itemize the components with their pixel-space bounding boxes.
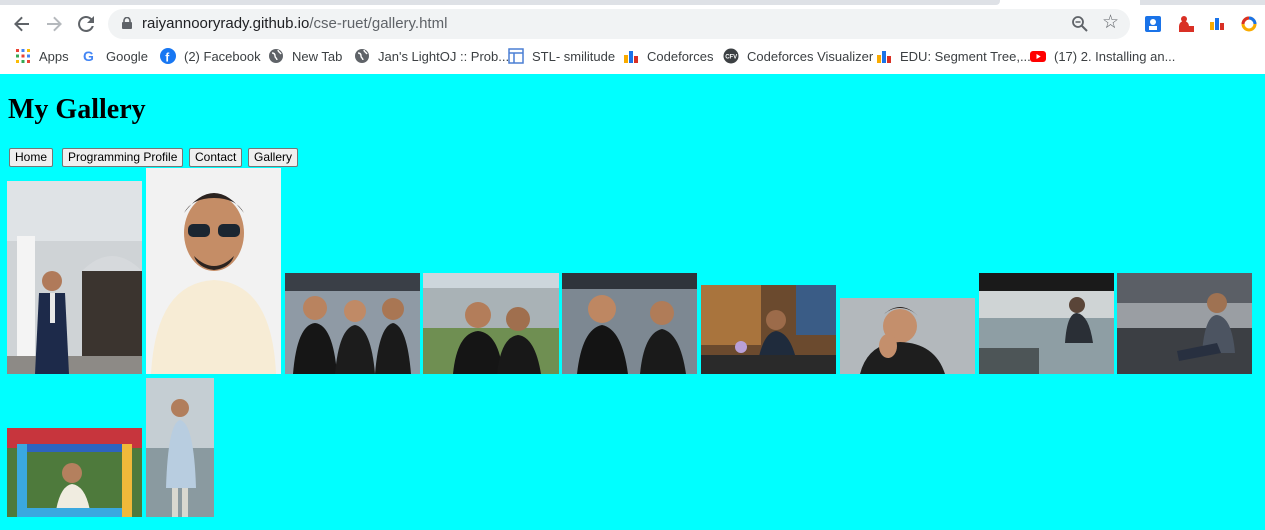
extension-ring-icon[interactable] (1239, 14, 1259, 34)
svg-text:CFV: CFV (725, 55, 737, 61)
gallery-photo-9[interactable] (1117, 273, 1252, 374)
bookmark-label: EDU: Segment Tree,... (900, 48, 1031, 64)
photo-colorful-frame (7, 428, 142, 517)
photo-chin-on-hand (840, 298, 975, 374)
cfv-icon: CFV (723, 48, 739, 64)
url-text[interactable]: raiyannooryrady.github.io/cse-ruet/galle… (142, 15, 447, 32)
reload-button[interactable] (72, 10, 100, 38)
bookmark-label: Codeforces Visualizer (747, 48, 874, 64)
gallery-photo-2[interactable] (146, 168, 281, 374)
tab-strip (0, 0, 1265, 5)
google-icon: G (83, 48, 94, 64)
page-title: My Gallery (8, 94, 146, 125)
bookmark-stl[interactable]: STL- smilitude (508, 44, 615, 68)
bookmark-apps[interactable]: Apps (15, 44, 69, 68)
bookmark-codeforces[interactable]: Codeforces (623, 44, 713, 68)
tab-strip-right (1140, 0, 1265, 5)
gallery-photo-11[interactable] (146, 378, 214, 517)
bookmark-cf-visualizer[interactable]: CFV Codeforces Visualizer (723, 44, 873, 68)
globe-icon (355, 49, 369, 63)
gallery-page: My Gallery Home Programming Profile Cont… (0, 74, 1265, 530)
extension-chart-icon[interactable] (1207, 14, 1227, 34)
bookmark-star-icon[interactable]: ☆ (1102, 13, 1119, 33)
bookmark-label: Google (106, 48, 148, 64)
photo-two-students-outdoors (423, 273, 559, 374)
url-path: /cse-ruet/gallery.html (309, 15, 448, 32)
window-icon (508, 48, 524, 64)
photo-cafe-seated (1117, 273, 1252, 374)
photo-suit-pillars (7, 181, 142, 374)
home-button[interactable]: Home (9, 148, 54, 167)
facebook-icon: f (160, 48, 176, 64)
bookmark-google[interactable]: G Google (82, 44, 148, 68)
bookmark-lightoj[interactable]: Jan's LightOJ :: Prob... (354, 44, 509, 68)
gallery-photo-8[interactable] (979, 273, 1114, 374)
bookmark-facebook[interactable]: f (2) Facebook (160, 44, 261, 68)
gallery-photo-3[interactable] (285, 273, 420, 374)
codeforces-icon (877, 51, 891, 63)
bookmark-label: (17) 2. Installing an... (1054, 48, 1176, 64)
url-host: raiyannooryrady.github.io (142, 15, 310, 32)
forward-button[interactable] (40, 10, 68, 38)
gallery-button[interactable]: Gallery (248, 148, 299, 167)
gallery-photo-7[interactable] (840, 298, 975, 374)
bookmark-label: Codeforces (647, 48, 714, 64)
extension-badge-icon[interactable] (1143, 14, 1163, 34)
photo-students-selfie (562, 273, 697, 374)
photo-sunglasses-kurta (146, 168, 281, 374)
tab-strip-left (0, 0, 1000, 5)
bookmark-label: Jan's LightOJ :: Prob... (378, 48, 510, 64)
svg-text:G: G (83, 48, 94, 64)
navigation-bar: raiyannooryrady.github.io/cse-ruet/galle… (0, 8, 1265, 40)
lock-icon (122, 17, 132, 29)
youtube-icon (1030, 51, 1046, 62)
gallery-photo-5[interactable] (562, 273, 697, 374)
codeforces-icon (624, 51, 638, 63)
photo-rooftop-water (979, 273, 1114, 374)
contact-button[interactable]: Contact (189, 148, 243, 167)
gallery-photo-10[interactable] (7, 428, 142, 517)
address-bar[interactable]: raiyannooryrady.github.io/cse-ruet/galle… (108, 9, 1130, 39)
bookmark-youtube[interactable]: (17) 2. Installing an... (1030, 44, 1175, 68)
back-button[interactable] (8, 10, 36, 38)
bookmark-label: New Tab (292, 48, 343, 64)
apps-grid-icon (16, 49, 30, 63)
zoom-icon[interactable] (1071, 15, 1089, 33)
photo-students-seated (701, 285, 836, 374)
gallery-photo-6[interactable] (701, 285, 836, 374)
bookmark-label: Apps (39, 48, 69, 64)
back-arrow-icon (14, 16, 29, 32)
photo-light-kurta-river (146, 378, 214, 517)
bookmark-new-tab[interactable]: New Tab (268, 44, 342, 68)
bookmark-edu-segment-tree[interactable]: EDU: Segment Tree,... (876, 44, 1031, 68)
bookmarks-bar: Apps G Google f (2) Facebook New Tab Jan… (0, 44, 1265, 68)
photo-three-students (285, 273, 420, 374)
bookmark-label: STL- smilitude (532, 48, 616, 64)
extension-person-icon[interactable] (1175, 14, 1195, 34)
programming-profile-button[interactable]: Programming Profile (62, 148, 184, 167)
gallery-photo-4[interactable] (423, 273, 559, 374)
bookmark-label: (2) Facebook (184, 48, 261, 64)
browser-chrome: raiyannooryrady.github.io/cse-ruet/galle… (0, 0, 1265, 74)
forward-arrow-icon (47, 16, 62, 32)
gallery-photo-1[interactable] (7, 181, 142, 374)
reload-icon (78, 15, 94, 32)
globe-icon (269, 49, 283, 63)
